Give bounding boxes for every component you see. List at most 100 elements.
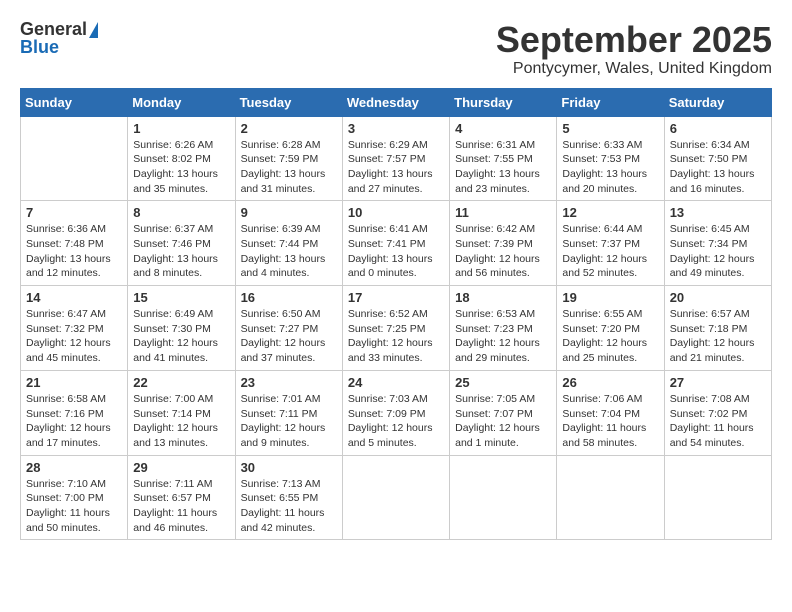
calendar-cell: 11 Sunrise: 6:42 AM Sunset: 7:39 PM Dayli… (450, 201, 557, 286)
day-info: Sunrise: 7:10 AM Sunset: 7:00 PM Dayligh… (26, 477, 122, 536)
day-info: Sunrise: 6:33 AM Sunset: 7:53 PM Dayligh… (562, 138, 658, 197)
day-number: 18 (455, 290, 551, 305)
logo-blue-text: Blue (20, 38, 59, 56)
calendar-cell (21, 116, 128, 201)
weekday-header-friday: Friday (557, 88, 664, 116)
calendar-cell: 23 Sunrise: 7:01 AM Sunset: 7:11 PM Dayli… (235, 370, 342, 455)
day-number: 26 (562, 375, 658, 390)
day-info: Sunrise: 7:13 AM Sunset: 6:55 PM Dayligh… (241, 477, 337, 536)
day-info: Sunrise: 6:55 AM Sunset: 7:20 PM Dayligh… (562, 307, 658, 366)
title-area: September 2025 Pontycymer, Wales, United… (496, 20, 772, 78)
calendar-cell: 5 Sunrise: 6:33 AM Sunset: 7:53 PM Daylig… (557, 116, 664, 201)
weekday-header-row: SundayMondayTuesdayWednesdayThursdayFrid… (21, 88, 772, 116)
weekday-header-monday: Monday (128, 88, 235, 116)
day-number: 21 (26, 375, 122, 390)
week-row-2: 7Sunrise: 6:36 AM Sunset: 7:48 PM Daylig… (21, 201, 772, 286)
calendar-cell (342, 455, 449, 540)
calendar-cell: 26 Sunrise: 7:06 AM Sunset: 7:04 PM Dayli… (557, 370, 664, 455)
day-info: Sunrise: 7:00 AM Sunset: 7:14 PM Dayligh… (133, 392, 229, 451)
day-info: Sunrise: 7:11 AM Sunset: 6:57 PM Dayligh… (133, 477, 229, 536)
logo-general-text: General (20, 20, 87, 38)
day-number: 5 (562, 121, 658, 136)
day-info: Sunrise: 6:53 AM Sunset: 7:23 PM Dayligh… (455, 307, 551, 366)
day-number: 12 (562, 205, 658, 220)
day-number: 4 (455, 121, 551, 136)
calendar-cell: 29 Sunrise: 7:11 AM Sunset: 6:57 PM Dayli… (128, 455, 235, 540)
week-row-5: 28 Sunrise: 7:10 AM Sunset: 7:00 PM Dayli… (21, 455, 772, 540)
day-info: Sunrise: 6:31 AM Sunset: 7:55 PM Dayligh… (455, 138, 551, 197)
day-number: 25 (455, 375, 551, 390)
day-number: 15 (133, 290, 229, 305)
weekday-header-saturday: Saturday (664, 88, 771, 116)
day-info: Sunrise: 6:42 AM Sunset: 7:39 PM Dayligh… (455, 222, 551, 281)
day-number: 9 (241, 205, 337, 220)
day-info: Sunrise: 6:36 AM Sunset: 7:48 PM Dayligh… (26, 222, 122, 281)
weekday-header-tuesday: Tuesday (235, 88, 342, 116)
calendar-cell: 15 Sunrise: 6:49 AM Sunset: 7:30 PM Dayli… (128, 286, 235, 371)
day-info: Sunrise: 6:45 AM Sunset: 7:34 PM Dayligh… (670, 222, 766, 281)
week-row-1: 1Sunrise: 6:26 AM Sunset: 8:02 PM Daylig… (21, 116, 772, 201)
logo: General Blue (20, 20, 98, 56)
location-title: Pontycymer, Wales, United Kingdom (496, 60, 772, 78)
calendar-cell: 27Sunrise: 7:08 AM Sunset: 7:02 PM Dayli… (664, 370, 771, 455)
calendar-cell: 28 Sunrise: 7:10 AM Sunset: 7:00 PM Dayli… (21, 455, 128, 540)
day-number: 14 (26, 290, 122, 305)
day-info: Sunrise: 6:29 AM Sunset: 7:57 PM Dayligh… (348, 138, 444, 197)
day-number: 28 (26, 460, 122, 475)
calendar-cell: 6 Sunrise: 6:34 AM Sunset: 7:50 PM Daylig… (664, 116, 771, 201)
day-number: 22 (133, 375, 229, 390)
day-info: Sunrise: 6:34 AM Sunset: 7:50 PM Dayligh… (670, 138, 766, 197)
day-number: 6 (670, 121, 766, 136)
day-number: 13 (670, 205, 766, 220)
calendar-cell (557, 455, 664, 540)
day-number: 3 (348, 121, 444, 136)
calendar-cell: 8 Sunrise: 6:37 AM Sunset: 7:46 PM Daylig… (128, 201, 235, 286)
page-header: General Blue September 2025 Pontycymer, … (20, 20, 772, 78)
day-info: Sunrise: 7:01 AM Sunset: 7:11 PM Dayligh… (241, 392, 337, 451)
day-info: Sunrise: 6:49 AM Sunset: 7:30 PM Dayligh… (133, 307, 229, 366)
week-row-3: 14Sunrise: 6:47 AM Sunset: 7:32 PM Dayli… (21, 286, 772, 371)
day-number: 20 (670, 290, 766, 305)
day-info: Sunrise: 6:57 AM Sunset: 7:18 PM Dayligh… (670, 307, 766, 366)
calendar-table: SundayMondayTuesdayWednesdayThursdayFrid… (20, 88, 772, 541)
day-number: 2 (241, 121, 337, 136)
calendar-cell: 10Sunrise: 6:41 AM Sunset: 7:41 PM Dayli… (342, 201, 449, 286)
week-row-4: 21 Sunrise: 6:58 AM Sunset: 7:16 PM Dayli… (21, 370, 772, 455)
day-number: 8 (133, 205, 229, 220)
day-info: Sunrise: 6:37 AM Sunset: 7:46 PM Dayligh… (133, 222, 229, 281)
calendar-cell: 24Sunrise: 7:03 AM Sunset: 7:09 PM Dayli… (342, 370, 449, 455)
calendar-cell: 1Sunrise: 6:26 AM Sunset: 8:02 PM Daylig… (128, 116, 235, 201)
day-number: 30 (241, 460, 337, 475)
day-info: Sunrise: 6:28 AM Sunset: 7:59 PM Dayligh… (241, 138, 337, 197)
weekday-header-thursday: Thursday (450, 88, 557, 116)
calendar-cell: 7Sunrise: 6:36 AM Sunset: 7:48 PM Daylig… (21, 201, 128, 286)
calendar-cell: 4 Sunrise: 6:31 AM Sunset: 7:55 PM Daylig… (450, 116, 557, 201)
day-number: 23 (241, 375, 337, 390)
calendar-cell: 30 Sunrise: 7:13 AM Sunset: 6:55 PM Dayli… (235, 455, 342, 540)
calendar-cell: 2 Sunrise: 6:28 AM Sunset: 7:59 PM Daylig… (235, 116, 342, 201)
day-info: Sunrise: 7:03 AM Sunset: 7:09 PM Dayligh… (348, 392, 444, 451)
day-number: 27 (670, 375, 766, 390)
calendar-cell: 25Sunrise: 7:05 AM Sunset: 7:07 PM Dayli… (450, 370, 557, 455)
day-number: 29 (133, 460, 229, 475)
calendar-cell: 20 Sunrise: 6:57 AM Sunset: 7:18 PM Dayli… (664, 286, 771, 371)
calendar-cell: 17Sunrise: 6:52 AM Sunset: 7:25 PM Dayli… (342, 286, 449, 371)
day-number: 10 (348, 205, 444, 220)
calendar-cell: 3 Sunrise: 6:29 AM Sunset: 7:57 PM Daylig… (342, 116, 449, 201)
day-info: Sunrise: 6:44 AM Sunset: 7:37 PM Dayligh… (562, 222, 658, 281)
calendar-cell: 16Sunrise: 6:50 AM Sunset: 7:27 PM Dayli… (235, 286, 342, 371)
weekday-header-wednesday: Wednesday (342, 88, 449, 116)
weekday-header-sunday: Sunday (21, 88, 128, 116)
calendar-cell: 18 Sunrise: 6:53 AM Sunset: 7:23 PM Dayli… (450, 286, 557, 371)
calendar-cell: 12 Sunrise: 6:44 AM Sunset: 7:37 PM Dayli… (557, 201, 664, 286)
day-number: 19 (562, 290, 658, 305)
calendar-cell: 9Sunrise: 6:39 AM Sunset: 7:44 PM Daylig… (235, 201, 342, 286)
day-info: Sunrise: 6:50 AM Sunset: 7:27 PM Dayligh… (241, 307, 337, 366)
calendar-cell: 21 Sunrise: 6:58 AM Sunset: 7:16 PM Dayli… (21, 370, 128, 455)
month-title: September 2025 (496, 20, 772, 60)
day-info: Sunrise: 7:06 AM Sunset: 7:04 PM Dayligh… (562, 392, 658, 451)
day-number: 11 (455, 205, 551, 220)
day-info: Sunrise: 6:58 AM Sunset: 7:16 PM Dayligh… (26, 392, 122, 451)
day-number: 17 (348, 290, 444, 305)
calendar-cell: 13 Sunrise: 6:45 AM Sunset: 7:34 PM Dayli… (664, 201, 771, 286)
